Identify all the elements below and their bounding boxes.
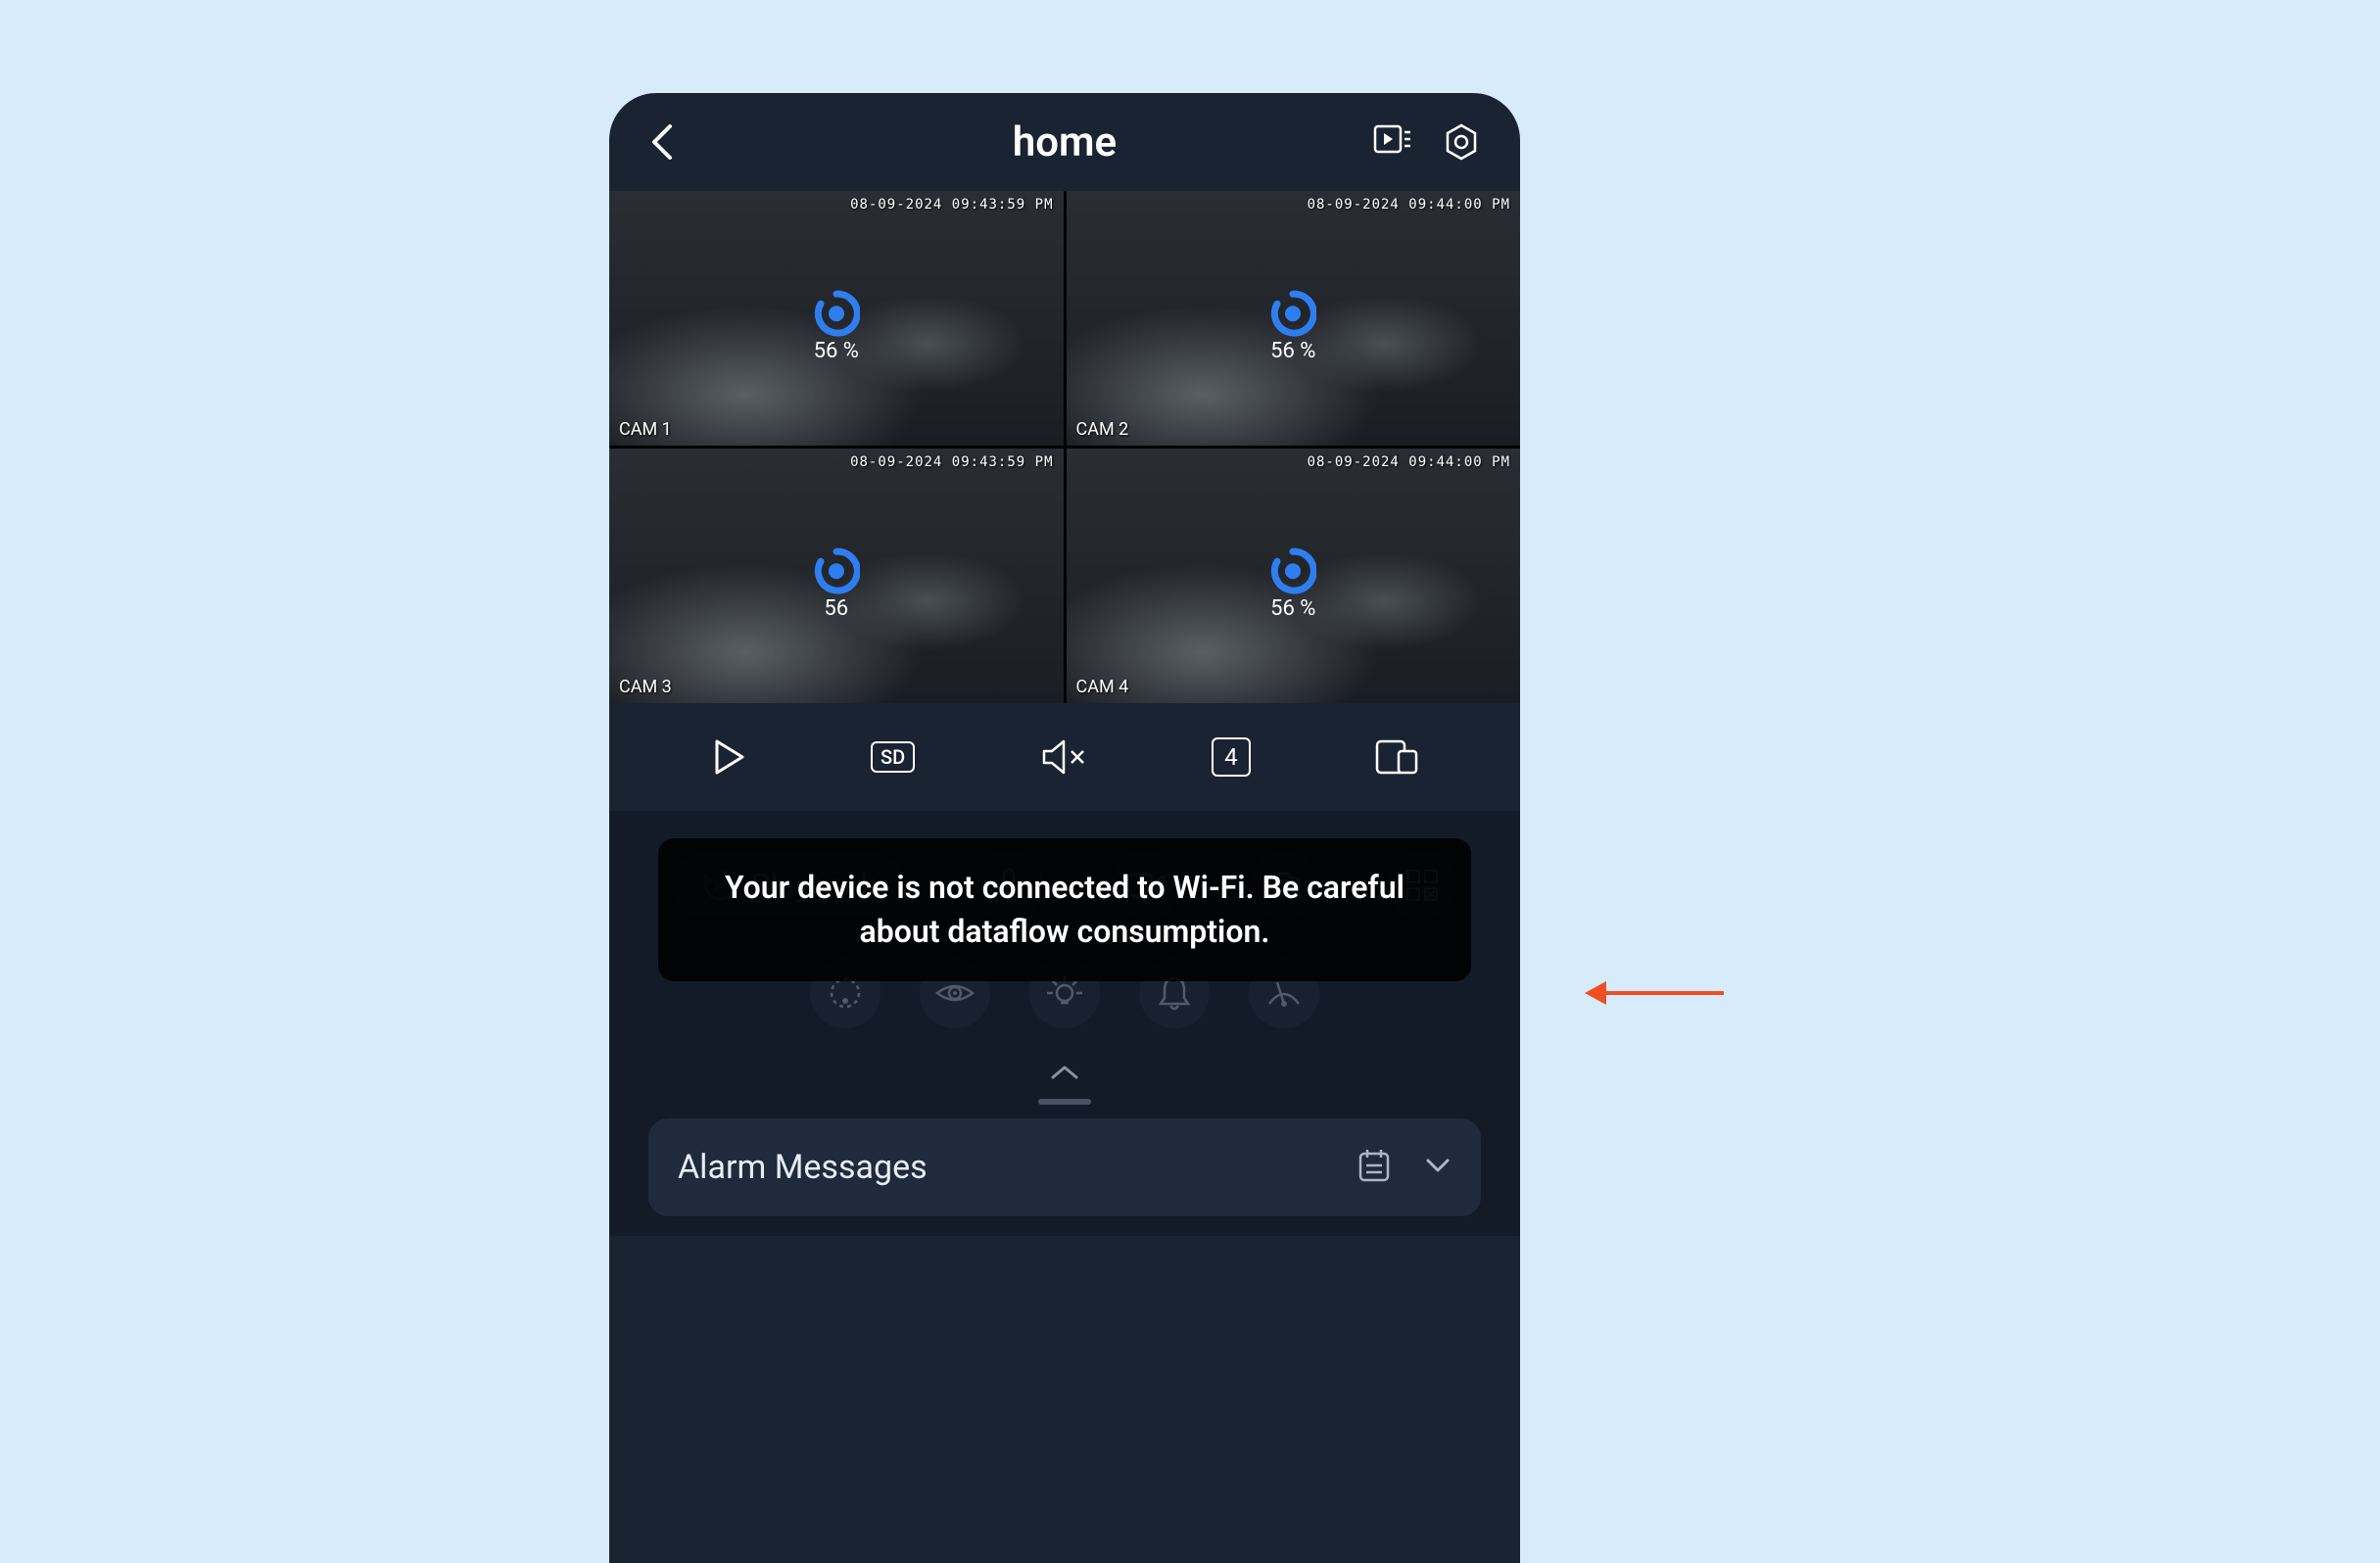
camera-label: CAM 1	[619, 419, 672, 440]
camera-load-percent: 56 %	[1270, 596, 1315, 621]
quality-selector[interactable]: SD	[871, 741, 915, 773]
grid-count-label: 4	[1212, 737, 1251, 777]
collapse-controls-button[interactable]	[629, 1038, 1500, 1095]
camera-tile-1[interactable]: 08-09-2024 09:43:59 PM 56 % CAM 1	[609, 191, 1064, 446]
camera-label: CAM 4	[1076, 677, 1129, 697]
app-header: home	[609, 93, 1520, 191]
camera-load-percent: 56 %	[1270, 339, 1315, 363]
wiper-icon	[1265, 976, 1303, 1010]
camera-tile-2[interactable]: 08-09-2024 09:44:00 PM 56 % CAM 2	[1067, 191, 1521, 446]
play-button[interactable]	[711, 737, 746, 777]
camera-load-percent: 56	[824, 596, 848, 621]
loading-spinner-icon	[1269, 547, 1316, 594]
calendar-icon	[1357, 1148, 1391, 1183]
settings-icon[interactable]	[1442, 122, 1481, 162]
chevron-down-icon	[1424, 1157, 1452, 1174]
camera-label: CAM 2	[1076, 419, 1129, 440]
controls-panel: Playback	[609, 811, 1520, 1236]
loading-spinner-icon	[1269, 290, 1316, 337]
annotation-arrow	[1585, 981, 1724, 1005]
video-toolbar: SD 4	[609, 703, 1520, 811]
camera-load-percent: 56 %	[814, 339, 859, 363]
drag-handle[interactable]	[1038, 1099, 1091, 1105]
page-title: home	[1013, 118, 1117, 166]
app-screen: home 08-09-2024 09:43	[609, 93, 1520, 1563]
chevron-up-icon	[1049, 1062, 1080, 1081]
playlist-icon[interactable]	[1373, 124, 1412, 160]
alarm-messages-panel[interactable]: Alarm Messages	[648, 1118, 1481, 1216]
camera-tile-4[interactable]: 08-09-2024 09:44:00 PM 56 % CAM 4	[1067, 449, 1521, 703]
toast-message: Your device is not connected to Wi-Fi. B…	[725, 869, 1404, 950]
camera-timestamp: 08-09-2024 09:44:00 PM	[1308, 197, 1510, 213]
camera-timestamp: 08-09-2024 09:43:59 PM	[850, 454, 1053, 470]
arrow-head-icon	[1585, 981, 1606, 1005]
expand-alarm-button[interactable]	[1424, 1157, 1452, 1178]
arrow-line	[1606, 991, 1724, 995]
fullscreen-button[interactable]	[1375, 739, 1418, 775]
loading-spinner-icon	[813, 290, 860, 337]
camera-timestamp: 08-09-2024 09:43:59 PM	[850, 197, 1053, 213]
quality-label: SD	[871, 741, 915, 773]
alarm-messages-title: Alarm Messages	[678, 1148, 928, 1187]
wifi-warning-toast: Your device is not connected to Wi-Fi. B…	[658, 838, 1471, 981]
camera-grid: 08-09-2024 09:43:59 PM 56 % CAM 1 08-09-…	[609, 191, 1520, 703]
loading-spinner-icon	[813, 547, 860, 594]
back-button[interactable]	[648, 122, 676, 162]
mute-button[interactable]	[1040, 737, 1087, 777]
calendar-button[interactable]	[1357, 1148, 1391, 1187]
camera-timestamp: 08-09-2024 09:44:00 PM	[1308, 454, 1510, 470]
eye-icon	[935, 979, 975, 1007]
camera-tile-3[interactable]: 08-09-2024 09:43:59 PM 56 CAM 3	[609, 449, 1064, 703]
camera-label: CAM 3	[619, 677, 672, 697]
grid-count-selector[interactable]: 4	[1212, 737, 1251, 777]
alarm-actions	[1357, 1148, 1452, 1187]
